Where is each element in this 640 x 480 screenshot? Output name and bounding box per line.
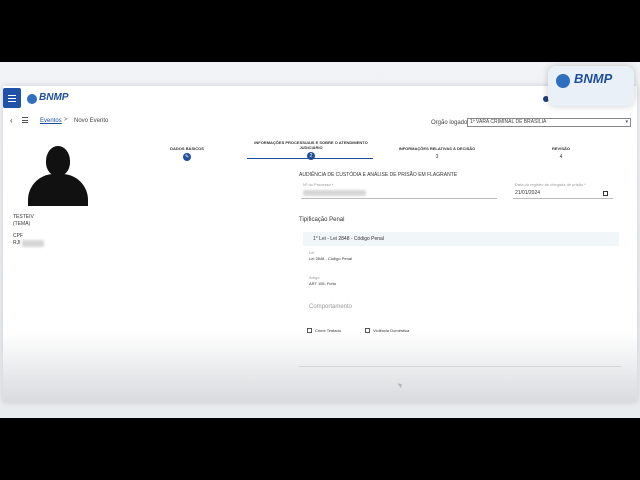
step-3[interactable]: INFORMAÇÕES RELATIVAS À DECISÃO 3 (397, 146, 477, 161)
bnmp-logo-icon (556, 74, 570, 88)
step-2-number: 2 (307, 152, 315, 160)
breadcrumb-current: Novo Evento (74, 118, 109, 124)
process-redacted: 0000000-00.0000.0.00.0000 (303, 190, 366, 196)
person-info: TESTEIV (TEMA) CPF RJI 00000000 (13, 214, 45, 247)
date-field[interactable]: 21/01/2024 (515, 190, 540, 196)
step-2-label: INFORMAÇÕES PROCESSUAIS E SOBRE O ATENDI… (254, 140, 368, 150)
crime-tentado-label: Crime Tentado (315, 328, 341, 333)
artigo-label: Artigo (309, 275, 320, 280)
person-avatar (26, 144, 90, 206)
violencia-domestica-label: Violência Doméstica (373, 328, 410, 333)
step-4-label: REVISÃO (551, 146, 570, 151)
artigo-field[interactable]: ART 155, Furto (309, 281, 336, 286)
organ-select[interactable]: 1ª VARA CRIMINAL DE BRASILIA ▾ (467, 118, 631, 127)
edit-pencil-icon: ✎ (183, 153, 191, 161)
breadcrumb-separator: > (64, 117, 68, 123)
tipificacao-panel-title: 1° Lei - Lei 2848 - Código Penal (313, 236, 384, 242)
violencia-domestica-checkbox[interactable]: Violência Doméstica (365, 328, 410, 334)
person-name: TESTEIV (13, 214, 34, 220)
lei-label: Lei (309, 250, 315, 255)
person-rji-label: RJI (13, 240, 21, 246)
list-icon[interactable] (22, 117, 28, 123)
organ-select-value: 1ª VARA CRIMINAL DE BRASILIA (470, 119, 547, 125)
step-1[interactable]: DADOS BÁSICOS ✎ (157, 146, 217, 161)
step-4[interactable]: REVISÃO 4 (531, 146, 591, 161)
screen: BNMP BNMP ‹ Eventos > Novo Evento Orgão … (0, 62, 640, 418)
comportamento-title: Comportamento (309, 304, 353, 310)
process-field[interactable]: 0000000-00.0000.0.00.0000 (303, 190, 366, 196)
person-cpf-label: CPF (13, 233, 23, 239)
step-4-number: 4 (559, 154, 563, 160)
tipificacao-title: Tipificação Penal (299, 217, 345, 223)
process-underline (301, 198, 497, 199)
brand-logo-icon (27, 94, 37, 104)
step-3-number: 3 (435, 154, 439, 160)
calendar-icon[interactable] (603, 191, 608, 196)
chevron-down-icon: ▾ (625, 119, 628, 125)
breadcrumb-events-link[interactable]: Eventos (40, 118, 62, 124)
step-1-label: DADOS BÁSICOS (170, 146, 204, 151)
brand-name: BNMP (39, 92, 69, 103)
person-rji-row: RJI 00000000 (13, 240, 45, 247)
organ-label: Orgão logado: (431, 120, 470, 126)
crime-tentado-checkbox[interactable]: Crime Tentado (307, 328, 341, 334)
date-label: Data do registro de chegada de prisão * (515, 182, 586, 187)
lei-field[interactable]: Lei 2848 - Código Penal (309, 256, 352, 261)
date-underline (513, 198, 613, 199)
breadcrumb-bar: ‹ Eventos > Novo Evento Orgão logado: 1ª… (3, 114, 637, 130)
process-label: Nº do Processo * (303, 182, 334, 187)
corner-logo-name: BNMP (574, 71, 613, 86)
form-bottom-divider (299, 366, 621, 367)
person-mother: (TEMA) (13, 221, 31, 227)
person-rji-redacted: 00000000 (21, 240, 45, 247)
step-3-label: INFORMAÇÕES RELATIVAS À DECISÃO (398, 146, 476, 151)
step-2[interactable]: INFORMAÇÕES PROCESSUAIS E SOBRE O ATENDI… (249, 140, 373, 160)
app-window: BNMP ‹ Eventos > Novo Evento Orgão logad… (3, 86, 637, 402)
bnmp-corner-logo: BNMP (548, 66, 634, 106)
back-arrow-icon[interactable]: ‹ (10, 116, 13, 125)
menu-button[interactable] (3, 88, 21, 108)
top-bar: BNMP (3, 86, 637, 112)
section-title: AUDIÊNCIA DE CUSTÓDIA E ANÁLISE DE PRISÃ… (299, 172, 458, 178)
mouse-cursor-icon (397, 381, 404, 389)
stepper: DADOS BÁSICOS ✎ INFORMAÇÕES PROCESSUAIS … (153, 140, 633, 172)
